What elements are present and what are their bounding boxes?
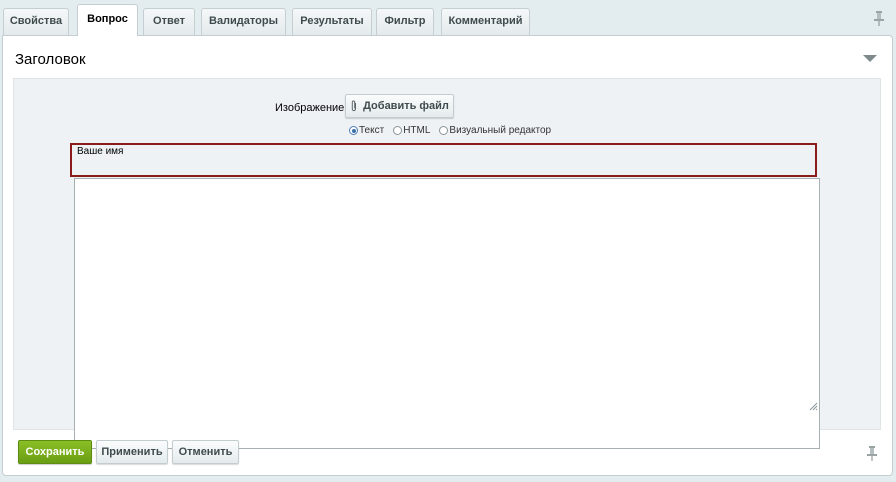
pin-icon[interactable] [873, 11, 885, 29]
tab-answer[interactable]: Ответ [143, 8, 195, 35]
radio-html[interactable] [393, 126, 403, 135]
apply-button[interactable]: Применить [96, 440, 168, 464]
resize-grip-icon[interactable] [809, 402, 818, 414]
radio-text[interactable] [349, 126, 358, 135]
radio-visual-editor-label[interactable]: Визуальный редактор [449, 125, 551, 136]
question-textarea[interactable] [74, 178, 820, 449]
tab-comment[interactable]: Комментарий [441, 8, 530, 35]
tab-properties[interactable]: Свойства [3, 8, 69, 35]
field-area: Изображение: Добавить файл Текст HTML Ви… [13, 78, 881, 449]
tab-results[interactable]: Результаты [292, 8, 372, 35]
tab-question[interactable]: Вопрос [77, 4, 138, 36]
highlighted-text-region [70, 143, 817, 177]
add-file-label: Добавить файл [363, 100, 449, 112]
add-file-button[interactable]: Добавить файл [345, 94, 454, 118]
question-text[interactable]: Ваше имя [77, 146, 123, 157]
format-radio-group: Текст HTML Визуальный редактор [349, 125, 560, 136]
paperclip-icon [351, 100, 357, 112]
tab-validators[interactable]: Валидаторы [201, 8, 286, 35]
tab-panel: Заголовок Изображение: Добавить файл Тек… [2, 35, 893, 476]
pin-icon-bottom[interactable] [866, 446, 878, 464]
radio-html-label[interactable]: HTML [403, 125, 430, 136]
image-label: Изображение: [275, 102, 348, 114]
collapse-arrow-icon[interactable] [863, 55, 877, 62]
cancel-button[interactable]: Отменить [172, 440, 239, 464]
save-button[interactable]: Сохранить [18, 440, 92, 464]
radio-visual-editor[interactable] [439, 126, 449, 135]
section-title: Заголовок [15, 51, 86, 68]
radio-text-label[interactable]: Текст [359, 125, 384, 136]
tab-filter[interactable]: Фильтр [376, 8, 434, 35]
